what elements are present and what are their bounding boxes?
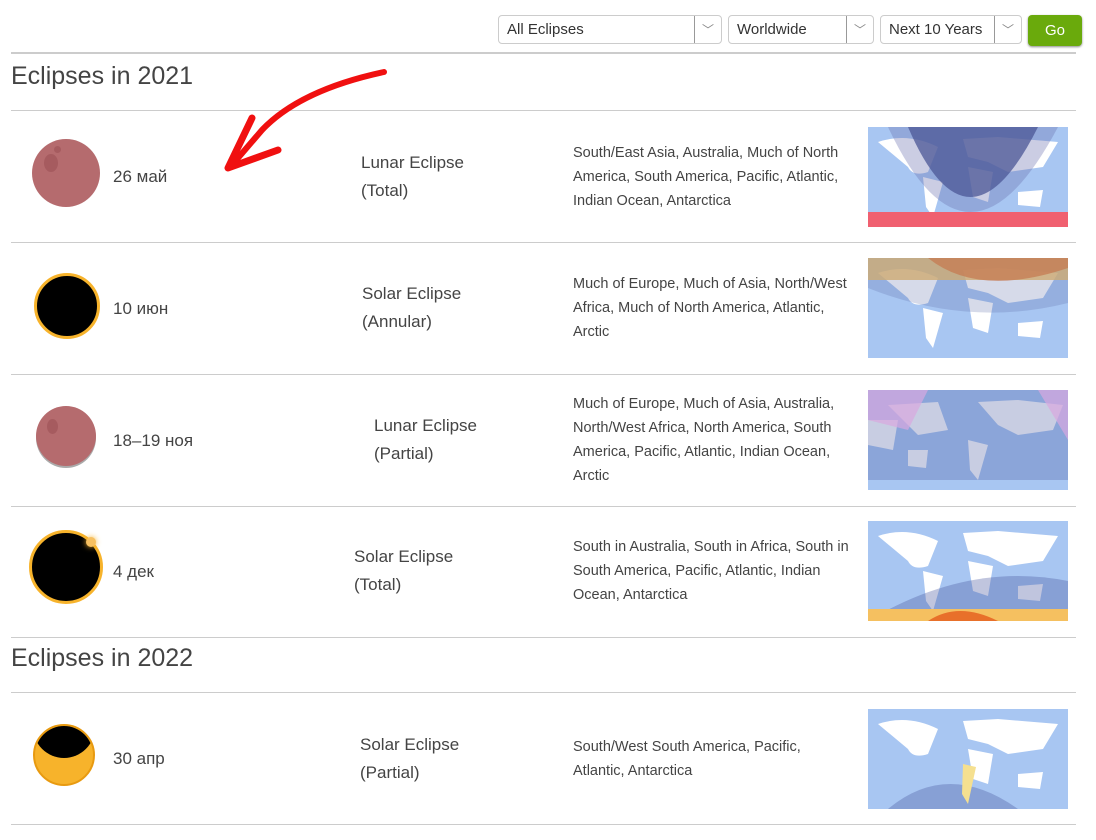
eclipse-map[interactable] [868,258,1068,358]
select-value: All Eclipses [507,21,584,38]
eclipse-row[interactable]: 10 июн Solar Eclipse (Annular) Much of Eu… [11,243,1076,375]
eclipse-row[interactable]: 30 апр Solar Eclipse (Partial) South/West… [11,693,1076,825]
chevron-down-icon: ﹀ [694,16,721,43]
eclipse-map[interactable] [868,127,1068,227]
section-heading-2021: Eclipses in 2021 [11,62,194,90]
solar-partial-icon [33,724,95,786]
visibility-text: South in Australia, South in Africa, Sou… [573,539,849,603]
eclipse-type-label: Solar Eclipse [360,735,460,754]
eclipse-subtype: (Annular) [362,312,432,331]
eclipse-row[interactable]: 4 дек Solar Eclipse (Total) South in Aust… [11,506,1076,638]
eclipse-map[interactable] [868,709,1068,809]
lunar-total-icon [32,139,100,207]
eclipse-type-label: Lunar Eclipse [361,153,465,172]
section-heading-2022: Eclipses in 2022 [11,644,194,672]
eclipse-subtype: (Total) [361,181,409,200]
divider [11,52,1076,54]
chevron-down-icon: ﹀ [846,16,873,43]
lunar-partial-icon [36,406,96,466]
period-select[interactable]: Next 10 Years ﹀ [880,15,1022,44]
eclipse-date: 30 апр [113,749,165,768]
eclipse-map[interactable] [868,521,1068,621]
eclipse-type[interactable]: Solar Eclipse (Total) [354,543,453,599]
eclipse-type-label: Lunar Eclipse [374,416,478,435]
filter-bar: All Eclipses ﹀ Worldwide ﹀ Next 10 Years ﹀ … [498,15,1082,46]
visibility-text: Much of Europe, Much of Asia, Australia,… [573,396,835,484]
eclipse-subtype: (Partial) [360,763,420,782]
eclipse-date: 4 дек [113,562,154,581]
chevron-down-icon: ﹀ [994,16,1021,43]
eclipse-date: 18–19 ноя [113,431,194,450]
eclipse-type[interactable]: Solar Eclipse (Annular) [362,280,461,336]
eclipse-type[interactable]: Solar Eclipse (Partial) [360,731,459,787]
eclipse-row[interactable]: 26 май Lunar Eclipse (Total) South/East A… [11,111,1076,243]
visibility-text: South/West South America, Pacific, Atlan… [573,739,801,779]
eclipse-row[interactable]: 18–19 ноя Lunar Eclipse (Partial) Much of… [11,375,1076,507]
eclipse-map[interactable] [868,390,1068,490]
go-button[interactable]: Go [1028,15,1082,46]
visibility-text: Much of Europe, Much of Asia, North/West… [573,276,847,340]
eclipse-date: 26 май [113,167,168,186]
eclipse-type[interactable]: Lunar Eclipse (Partial) [374,412,477,468]
eclipse-subtype: (Total) [354,575,402,594]
eclipse-type-select[interactable]: All Eclipses ﹀ [498,15,722,44]
eclipse-type-label: Solar Eclipse [354,547,454,566]
visibility-text: South/East Asia, Australia, Much of Nort… [573,145,839,209]
solar-total-icon [29,530,103,604]
eclipse-date: 10 июн [113,299,169,318]
region-select[interactable]: Worldwide ﹀ [728,15,874,44]
eclipse-type[interactable]: Lunar Eclipse (Total) [361,149,464,205]
eclipse-type-label: Solar Eclipse [362,284,462,303]
eclipse-subtype: (Partial) [374,444,434,463]
select-value: Worldwide [737,21,807,38]
select-value: Next 10 Years [889,21,983,38]
solar-annular-icon [34,273,100,339]
